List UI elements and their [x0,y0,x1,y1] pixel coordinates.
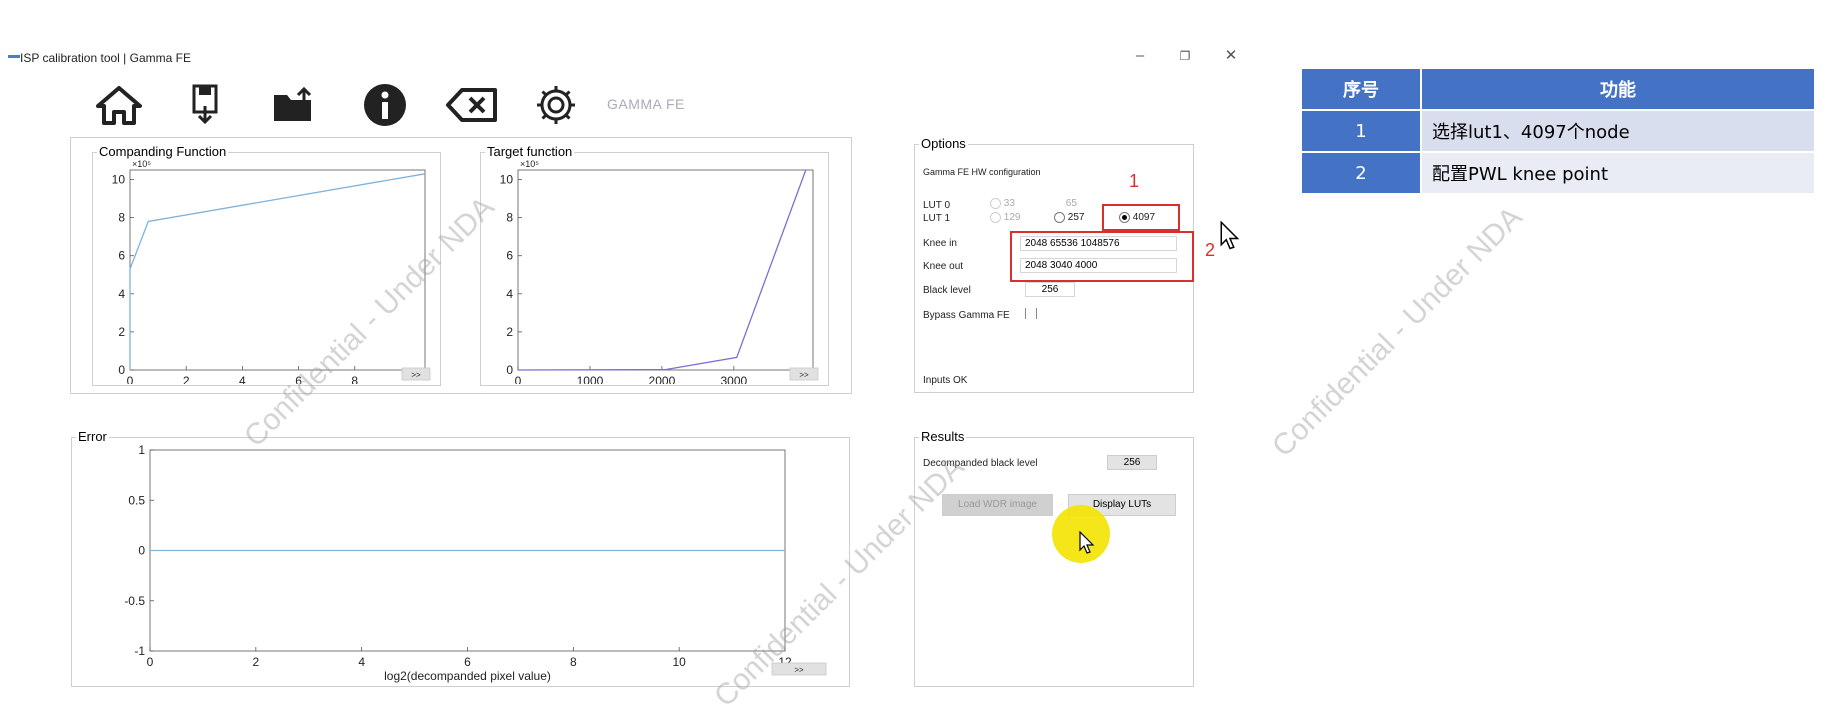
y-tick-label: 8 [118,211,125,225]
radio-129-label: 129 [1003,212,1021,224]
y-tick-label: 0 [138,544,145,558]
x-tick-label: 0 [147,655,154,669]
decomp-black-value: 256 [1107,455,1157,470]
x-tick-label: 2 [183,374,190,384]
close-icon[interactable]: ✕ [1216,44,1246,68]
radio-33-label: 33 [1003,198,1015,210]
x-tick-label: 8 [351,374,358,384]
row-text: 选择lut1、4097个node [1420,109,1816,153]
y-tick-label: 1 [138,443,145,457]
annotation-box-2 [1010,231,1194,282]
x-tick-label: 0 [515,374,522,384]
x-axis-label: log2(decompanded pixel value) [384,669,551,683]
bypass-checkbox[interactable] [1025,308,1037,319]
error-chart: 0 2 4 6 8 10 12-1-0.500.51log2(decompanded pix… [124,443,827,683]
x-tick-label: 1000 [577,374,604,384]
header-function: 功能 [1420,67,1816,111]
radio-257-label: 257 [1067,212,1085,224]
hw-config-label: Gamma FE HW configuration [923,167,1041,177]
y-tick-label: 0 [118,363,125,377]
x-tick-label: 2 [252,655,259,669]
load-wdr-button[interactable]: Load WDR image [942,494,1053,516]
lut1-label: LUT 1 [923,213,951,224]
x-tick-label: 4 [358,655,365,669]
row-index: 1 [1300,109,1422,153]
row-index: 2 [1300,151,1422,195]
radio-65[interactable]: 65 [1060,198,1077,209]
x-tick-label: 4 [239,374,246,384]
x-tick-label: 6 [464,655,471,669]
radio-65-button[interactable] [1060,198,1063,209]
y-tick-label: 8 [506,211,513,225]
annotation-row: 2 配置PWL knee point [1300,151,1816,195]
app-logo-icon [8,55,20,58]
header-index: 序号 [1300,67,1422,111]
radio-65-label: 65 [1065,198,1077,210]
row-text: 配置PWL knee point [1420,151,1816,195]
pointer-cursor-icon [1220,221,1240,250]
minimize-icon[interactable]: – [1125,44,1155,68]
lut0-label: LUT 0 [923,200,951,211]
annotation-box-1 [1102,204,1180,231]
next-button-label: >> [411,371,421,380]
y-tick-label: -0.5 [124,594,145,608]
y-multiplier-label: ×10⁵ [520,159,539,169]
x-tick-label: 0 [127,374,134,384]
home-icon[interactable] [91,80,147,130]
black-level-field[interactable]: 256 [1025,282,1075,297]
companding-title: Companding Function [97,144,229,159]
target-title: Target function [485,144,575,159]
info-icon[interactable] [357,80,413,130]
clear-icon[interactable] [444,80,500,130]
y-tick-label: 10 [112,173,126,187]
inputs-status: Inputs OK [923,375,968,386]
knee-in-label: Knee in [923,238,957,249]
x-tick-label: 10 [672,655,686,669]
y-tick-label: 0.5 [128,493,145,507]
module-label: GAMMA FE [607,96,685,112]
radio-257-button[interactable] [1054,212,1065,223]
settings-icon[interactable] [528,80,584,130]
y-tick-label: 10 [500,173,514,187]
y-tick-label: 4 [118,287,125,301]
radio-33-button[interactable] [990,198,1001,209]
target-chart: 0 1000 2000 3000 0 2 4 6 8 10 ×10⁵ >> [500,159,819,384]
radio-129[interactable]: 129 [990,212,1020,223]
bypass-label: Bypass Gamma FE [923,310,1010,321]
radio-257[interactable]: 257 [1054,212,1084,223]
open-folder-icon[interactable] [268,80,324,130]
window-title: ISP calibration tool | Gamma FE [20,51,191,65]
x-tick-label: 2000 [649,374,676,384]
y-tick-label: 6 [118,249,125,263]
restore-icon[interactable]: ❐ [1170,44,1200,68]
y-tick-label: 0 [506,363,513,377]
mouse-cursor-icon [1079,531,1095,554]
black-level-label: Black level [923,285,971,296]
x-tick-label: 8 [570,655,577,669]
annotation-number-1: 1 [1129,171,1140,191]
y-tick-label: -1 [134,644,145,658]
y-tick-label: 2 [506,325,513,339]
y-tick-label: 6 [506,249,513,263]
y-tick-label: 4 [506,287,513,301]
y-tick-label: 2 [118,325,125,339]
save-icon[interactable] [180,80,236,130]
annotation-number-2: 2 [1205,240,1216,260]
annotation-table: 序号 功能 1 选择lut1、4097个node 2 配置PWL knee po… [1300,67,1816,195]
radio-129-button[interactable] [990,212,1001,223]
annotation-header-row: 序号 功能 [1300,67,1816,111]
knee-out-label: Knee out [923,261,964,272]
watermark: Confidential - Under NDA [1265,200,1529,464]
annotation-row: 1 选择lut1、4097个node [1300,109,1816,153]
next-button-label: >> [799,371,809,380]
results-title: Results [919,429,967,444]
radio-33[interactable]: 33 [990,198,1015,209]
plot-area [129,169,426,371]
x-tick-label: 3000 [721,374,748,384]
y-multiplier-label: ×10⁵ [132,159,151,169]
companding-chart: 0 2 4 6 80246810×10⁵>> [112,159,431,384]
options-title: Options [919,136,968,151]
next-button-label: >> [794,666,804,675]
